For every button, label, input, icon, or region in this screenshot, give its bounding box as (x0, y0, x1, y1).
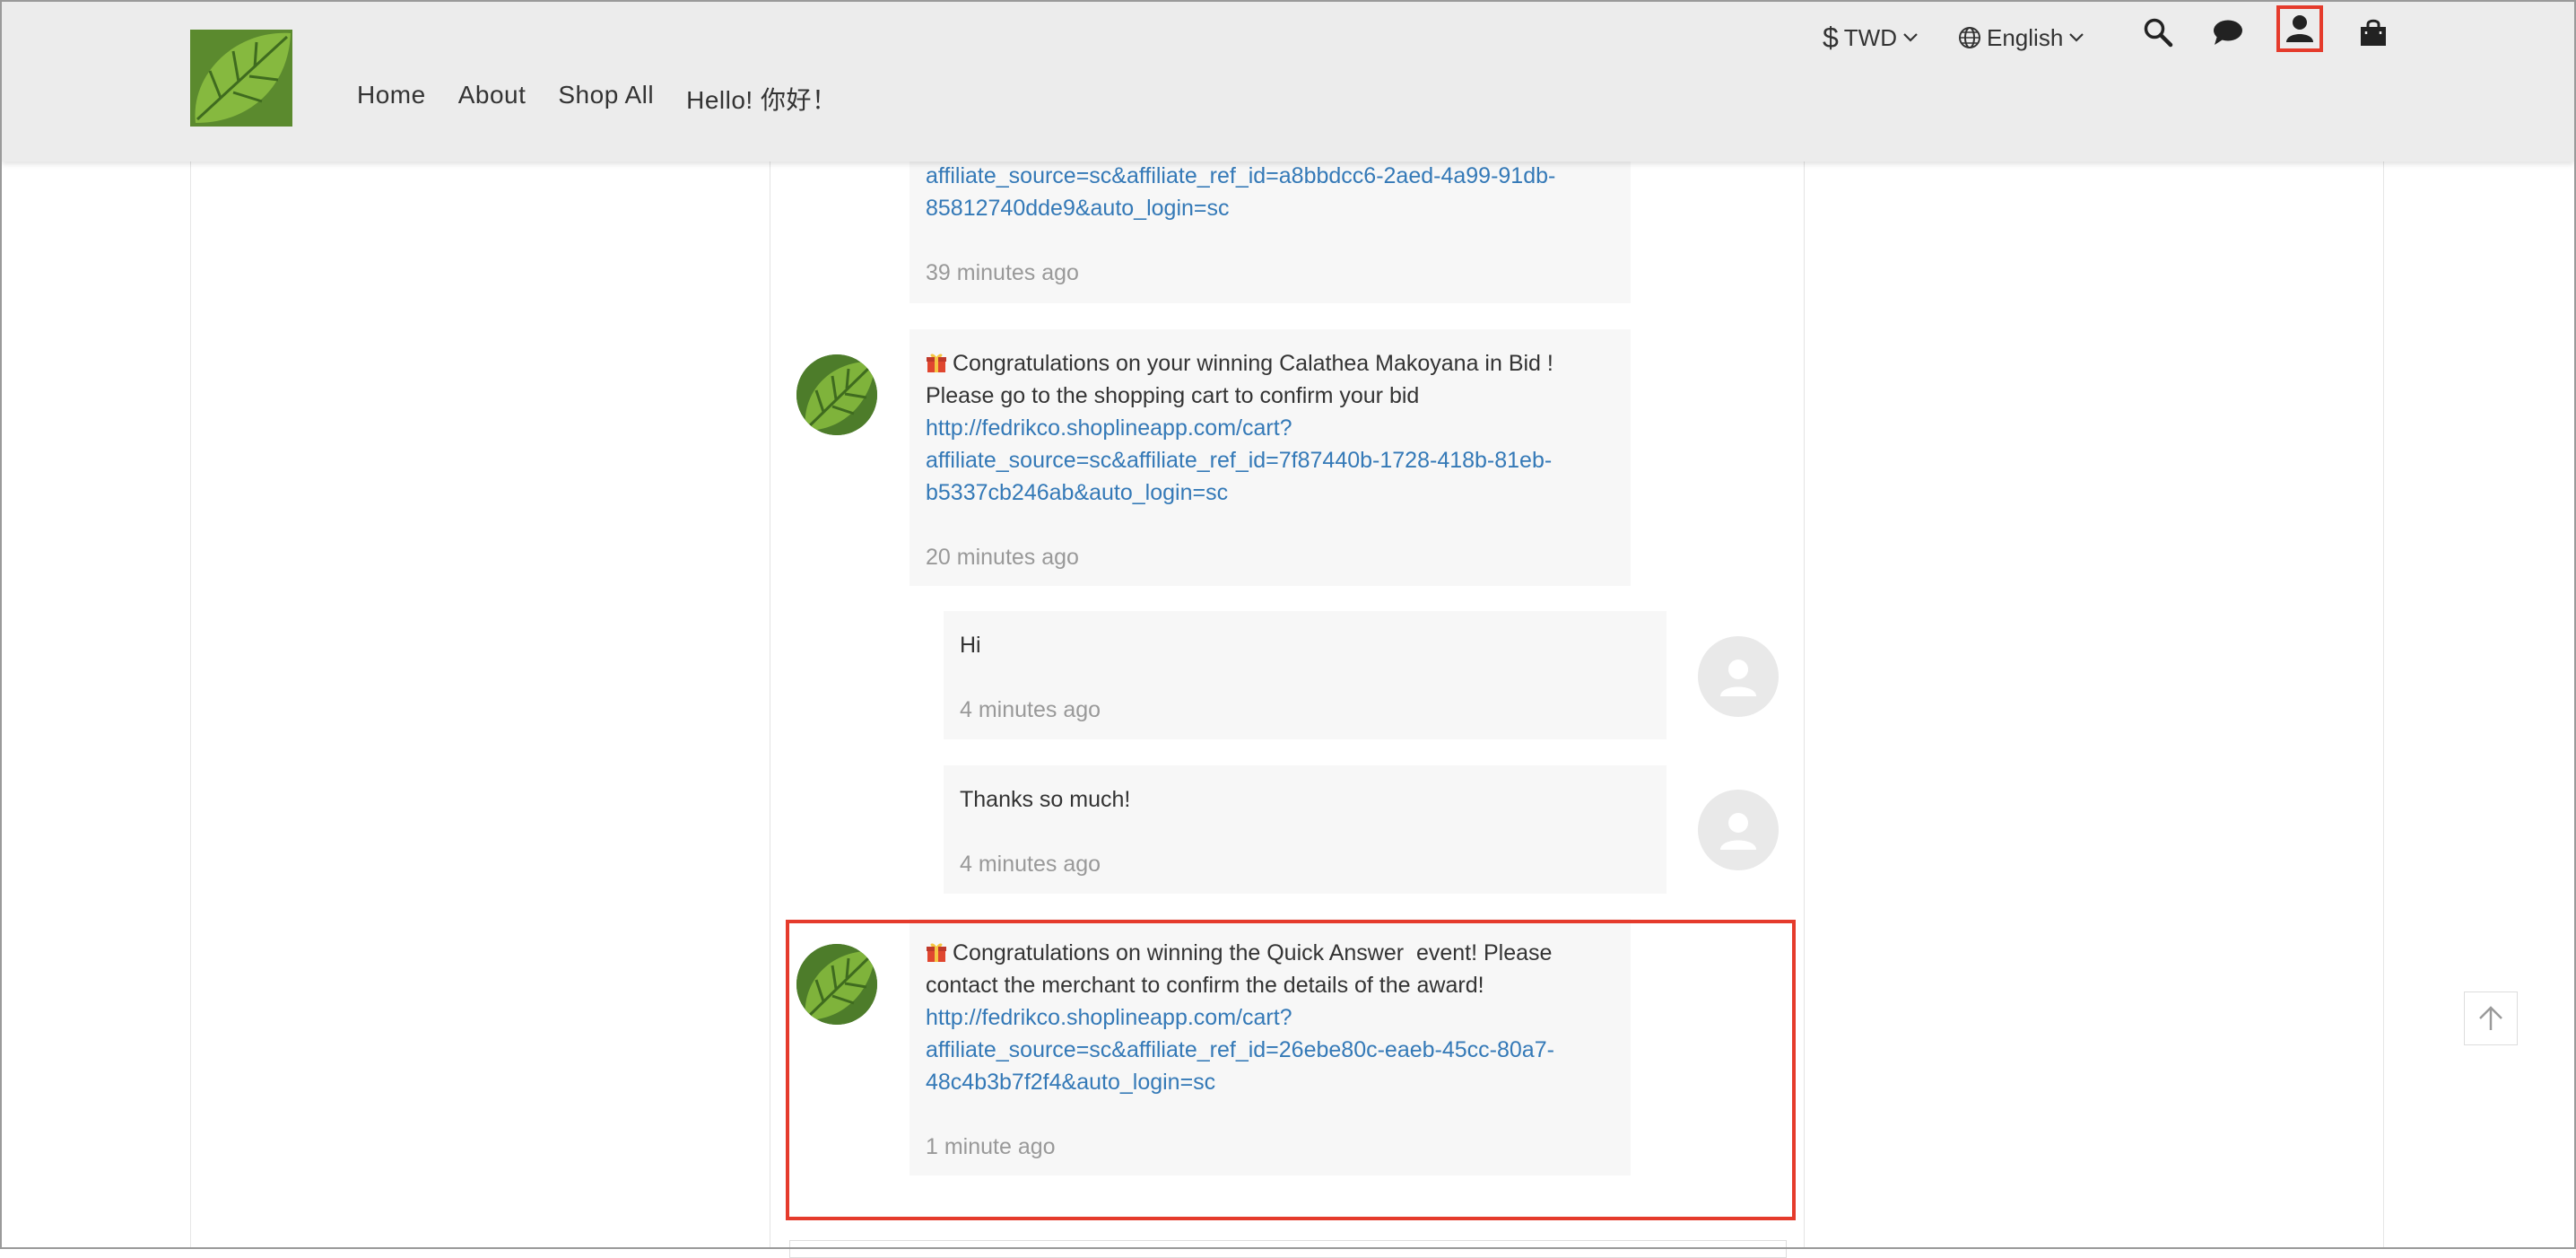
message-text: contact the merchant to confirm the deta… (926, 973, 1484, 998)
main-nav: Home About Shop All Hello! 你好！ (357, 81, 838, 117)
globe-icon (1959, 27, 1980, 48)
monstera-leaf-icon (796, 354, 877, 435)
arrow-up-icon (2479, 1006, 2502, 1030)
message-link[interactable]: affiliate_source=sc&affiliate_ref_id=26e… (926, 1034, 1614, 1066)
monstera-leaf-icon (796, 944, 877, 1025)
gift-icon (927, 354, 946, 372)
message-text: Congratulations on your winning Calathea… (953, 351, 1553, 376)
chat-button[interactable] (2208, 13, 2248, 52)
search-button[interactable] (2138, 13, 2178, 52)
search-icon (2144, 18, 2173, 48)
message-bubble: Congratulations on your winning Calathea… (909, 329, 1631, 586)
message-input[interactable] (789, 1240, 1787, 1258)
message-link[interactable]: http://fedrikco.shoplineapp.com/cart? (926, 1001, 1614, 1034)
currency-symbol: $ (1823, 21, 1839, 54)
person-icon (1720, 660, 1756, 696)
language-dropdown[interactable]: English (1958, 24, 2084, 52)
message-bubble: Congratulations on winning the Quick Ans… (909, 919, 1631, 1175)
message-time: 1 minute ago (926, 1134, 1056, 1159)
message-link[interactable]: 48c4b3b7f2f4&auto_login=sc (926, 1066, 1614, 1098)
message-text: Please go to the shopping cart to confir… (926, 383, 1420, 408)
message-text: Thanks so much! (960, 787, 1131, 812)
chevron-down-icon (1903, 33, 1918, 42)
monstera-leaf-icon (190, 30, 292, 127)
chat-icon (2214, 20, 2242, 45)
top-tools: $ TWD English (1823, 13, 2084, 63)
nav-shop-all[interactable]: Shop All (558, 81, 654, 117)
user-avatar (1698, 636, 1779, 717)
message-time: 20 minutes ago (926, 545, 1079, 570)
message-text: Congratulations on winning the Quick Ans… (953, 940, 1553, 965)
chevron-down-icon (2069, 33, 2084, 42)
message-text: Hi (960, 633, 981, 658)
message-link[interactable]: 85812740dde9&auto_login=sc (926, 192, 1614, 224)
message-link[interactable]: http://fedrikco.shoplineapp.com/cart? (926, 412, 1614, 444)
store-logo[interactable] (190, 30, 292, 127)
nav-hello[interactable]: Hello! 你好！ (686, 81, 837, 117)
store-avatar (796, 354, 877, 435)
scroll-to-top-button[interactable] (2464, 992, 2518, 1045)
person-icon (1720, 813, 1756, 850)
message-time: 4 minutes ago (960, 852, 1101, 877)
account-button[interactable] (2276, 5, 2323, 52)
user-avatar (1698, 790, 1779, 870)
message-link[interactable]: affiliate_source=sc&affiliate_ref_id=a8b… (926, 160, 1614, 192)
gift-icon (927, 943, 946, 962)
message-bubble: Thanks so much! 4 minutes ago (944, 765, 1667, 894)
cart-button[interactable] (2354, 13, 2393, 52)
message-link[interactable]: affiliate_source=sc&affiliate_ref_id=7f8… (926, 444, 1614, 476)
site-header: Home About Shop All Hello! 你好！ $ TWD Eng… (2, 2, 2574, 162)
message-time: 39 minutes ago (926, 260, 1079, 285)
language-label: English (1987, 23, 2064, 51)
message-bubble: Hi 4 minutes ago (944, 611, 1667, 739)
nav-about[interactable]: About (458, 81, 527, 117)
user-icon (2286, 15, 2313, 42)
currency-label: TWD (1843, 23, 1897, 51)
shopping-bag-icon (2361, 19, 2386, 46)
currency-dropdown[interactable]: $ TWD (1823, 22, 1919, 55)
message-link[interactable]: b5337cb246ab&auto_login=sc (926, 476, 1614, 509)
store-avatar (796, 944, 877, 1025)
message-time: 4 minutes ago (960, 697, 1101, 722)
nav-home[interactable]: Home (357, 81, 426, 117)
